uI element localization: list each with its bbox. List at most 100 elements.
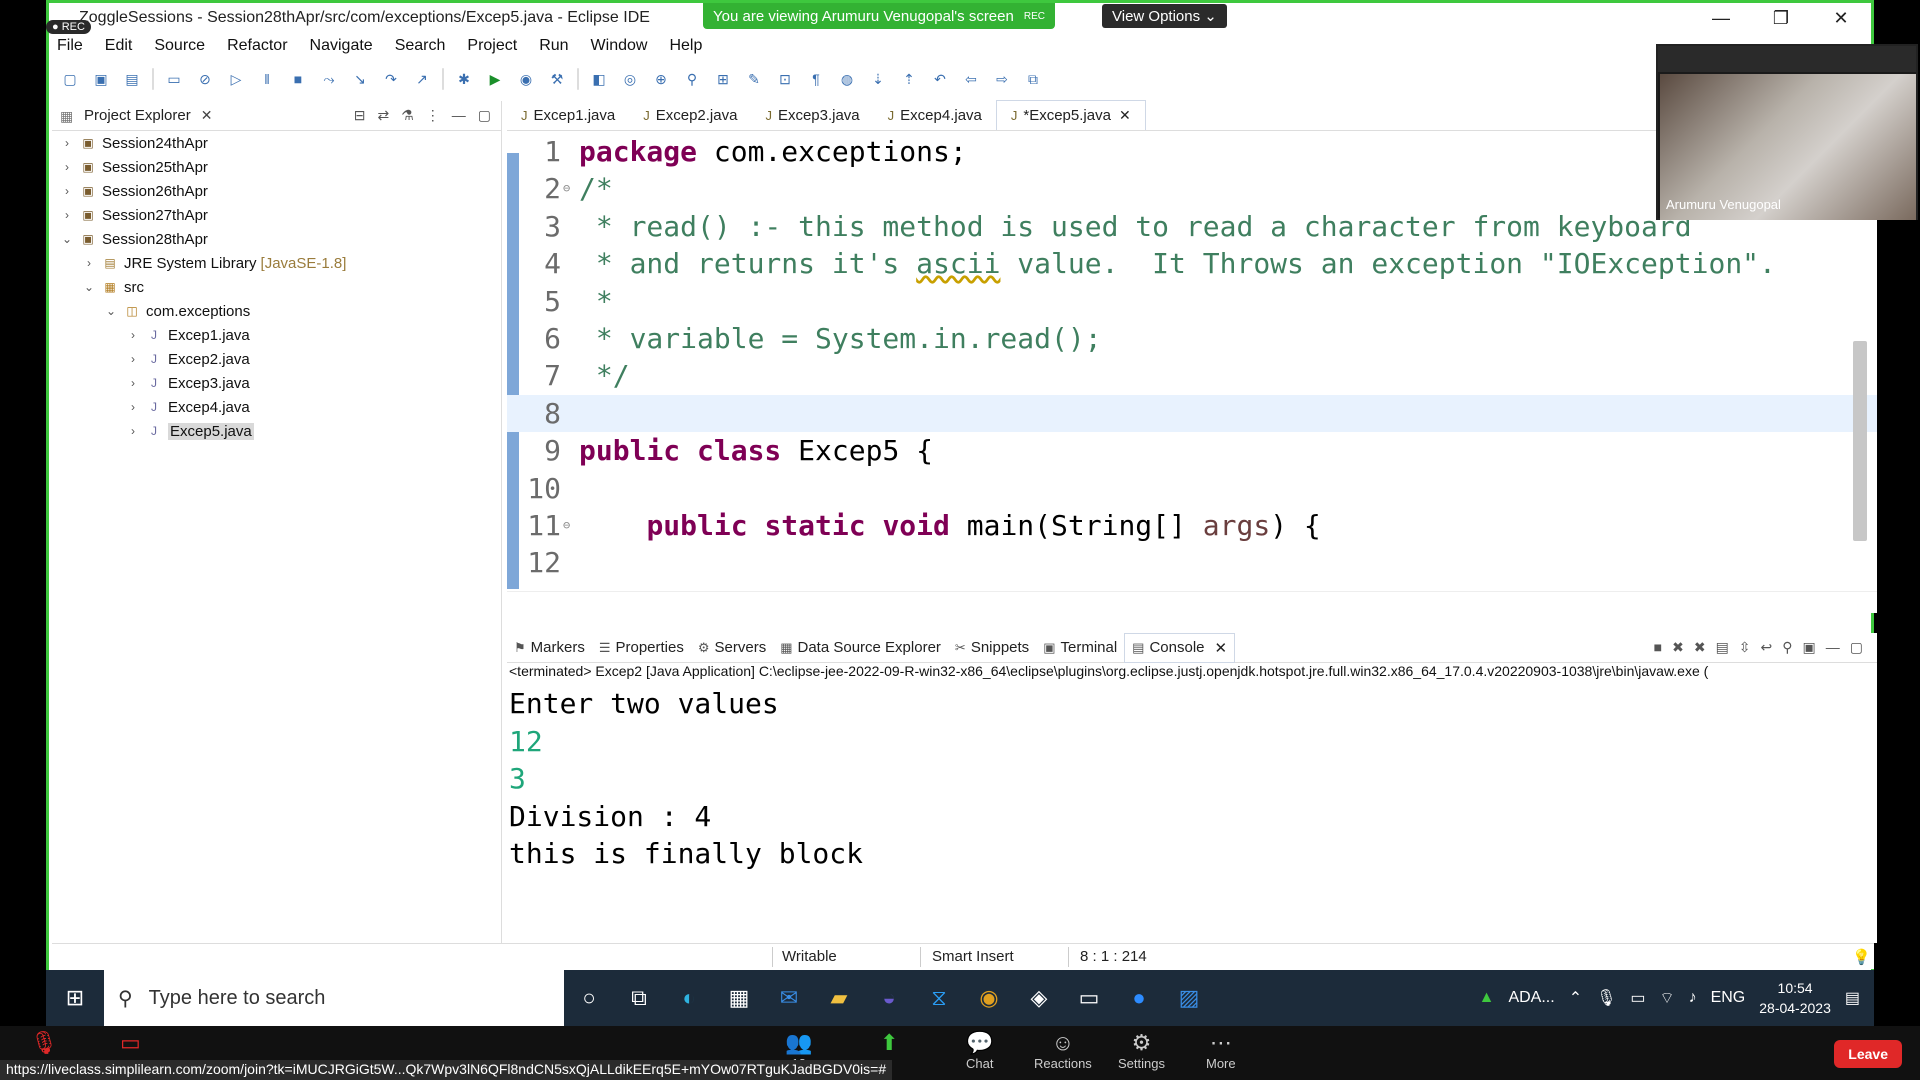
language-indicator[interactable]: ENG <box>1711 989 1746 1007</box>
previous-annotation-icon[interactable]: ⇡ <box>898 68 920 90</box>
step-return-icon[interactable]: ↗ <box>411 68 433 90</box>
tree-item[interactable]: › ▣ Session24thApr <box>52 131 501 155</box>
menu-file[interactable]: File <box>57 37 83 55</box>
debug-icon[interactable]: ✱ <box>453 68 475 90</box>
minimize-button[interactable]: — <box>1691 3 1751 33</box>
menu-edit[interactable]: Edit <box>105 37 133 55</box>
menu-project[interactable]: Project <box>467 37 517 55</box>
photos-icon[interactable]: ▨ <box>1164 970 1214 1026</box>
task-view-icon[interactable]: ⧉ <box>614 970 664 1026</box>
tree-item[interactable]: ⌄ ▦ src <box>52 275 501 299</box>
coverage-icon[interactable]: ◉ <box>515 68 537 90</box>
zoom-app-icon[interactable]: ● <box>1114 970 1164 1026</box>
view-tab-console[interactable]: ▤ Console ✕ <box>1124 632 1236 663</box>
editor-tab[interactable]: J Excep2.java <box>629 100 751 130</box>
tree-item[interactable]: › J Excep4.java <box>52 395 501 419</box>
clock[interactable]: 10:54 28-04-2023 <box>1759 978 1831 1018</box>
view-tab-terminal[interactable]: ▣ Terminal <box>1036 639 1124 656</box>
eclipse-icon[interactable]: ◒ <box>864 970 914 1026</box>
chevron-down-icon[interactable]: ⌄ <box>82 280 96 294</box>
stock-icon[interactable]: ▲ <box>1479 989 1495 1007</box>
share-screen-button[interactable]: ⬆ <box>880 1030 898 1056</box>
collapse-all-icon[interactable]: ⊟ <box>354 107 366 124</box>
wifi-icon[interactable]: ⌔ <box>1660 988 1675 1008</box>
chevron-right-icon[interactable]: › <box>126 376 140 390</box>
editor-tab[interactable]: J *Excep5.java ✕ <box>995 100 1146 130</box>
menu-search[interactable]: Search <box>395 37 446 55</box>
close-icon[interactable]: ✕ <box>201 107 213 124</box>
save-all-icon[interactable]: ▤ <box>121 68 143 90</box>
notifications-icon[interactable]: ▤ <box>1845 988 1860 1008</box>
notepad-icon[interactable]: ▭ <box>1064 970 1114 1026</box>
mail-icon[interactable]: ✉ <box>764 970 814 1026</box>
pin-console-icon[interactable]: ⚲ <box>1782 639 1792 656</box>
webcam-thumbnail[interactable]: Arumuru Venugopal <box>1656 44 1918 220</box>
view-options-button[interactable]: View Options ⌄ <box>1102 4 1227 28</box>
open-console-icon[interactable]: ▣ <box>1803 639 1816 656</box>
chevron-up-icon[interactable]: ⌃ <box>1569 988 1582 1008</box>
block-selection-icon[interactable]: ⊡ <box>774 68 796 90</box>
editor-tab[interactable]: J Excep1.java <box>507 100 629 130</box>
resume-icon[interactable]: ▷ <box>225 68 247 90</box>
editor-tab[interactable]: J Excep4.java <box>874 100 996 130</box>
mark-occurrences-icon[interactable]: ✎ <box>743 68 765 90</box>
open-perspective-icon[interactable]: ⧉ <box>1022 68 1044 90</box>
toggle-breadcrumb-icon[interactable]: ⊞ <box>712 68 734 90</box>
fold-icon[interactable]: ⊖ <box>563 507 570 544</box>
tree-item[interactable]: › J Excep5.java <box>52 419 501 443</box>
chevron-down-icon[interactable]: ⌄ <box>104 304 118 318</box>
video-off-icon[interactable]: ▭ <box>120 1030 141 1056</box>
tree-item[interactable]: › ▣ Session27thApr <box>52 203 501 227</box>
scroll-lock-icon[interactable]: ⇳ <box>1739 639 1751 656</box>
menu-navigate[interactable]: Navigate <box>310 37 373 55</box>
editor-horizontal-scrollbar[interactable] <box>507 591 1877 613</box>
view-tab-data-source-explorer[interactable]: ▦ Data Source Explorer <box>773 639 948 656</box>
eclipse-ide-running-icon[interactable]: ◈ <box>1014 970 1064 1026</box>
open-type-icon[interactable]: ⊕ <box>650 68 672 90</box>
menu-refactor[interactable]: Refactor <box>227 37 287 55</box>
edge-icon[interactable]: ◐ <box>664 970 714 1026</box>
word-wrap-icon[interactable]: ↩ <box>1761 639 1773 656</box>
external-tools-icon[interactable]: ⚒ <box>546 68 568 90</box>
view-tab-servers[interactable]: ⚙ Servers <box>691 639 773 656</box>
run-icon[interactable]: ▶ <box>484 68 506 90</box>
new-class-icon[interactable]: ◎ <box>619 68 641 90</box>
menu-window[interactable]: Window <box>591 37 648 55</box>
suspend-icon[interactable]: ‖ <box>256 68 278 90</box>
leave-button[interactable]: Leave <box>1834 1040 1902 1068</box>
project-explorer-tab[interactable]: ▦ Project Explorer ✕ ⊟ ⇄ ⚗ ⋮ — ▢ <box>52 101 501 131</box>
reactions-button[interactable]: ☺ Reactions <box>1034 1030 1092 1071</box>
chevron-right-icon[interactable]: › <box>126 352 140 366</box>
chevron-right-icon[interactable]: › <box>60 160 74 174</box>
minimize-icon[interactable]: — <box>1826 639 1840 656</box>
chevron-right-icon[interactable]: › <box>60 208 74 222</box>
tree-item[interactable]: › ▤ JRE System Library [JavaSE-1.8] <box>52 251 501 275</box>
terminate-icon[interactable]: ■ <box>1654 639 1662 656</box>
tree-item[interactable]: ⌄ ◫ com.exceptions <box>52 299 501 323</box>
tree-item[interactable]: › J Excep3.java <box>52 371 501 395</box>
chrome-icon[interactable]: ◉ <box>964 970 1014 1026</box>
console-output[interactable]: Enter two values 12 3 Division : 4 this is f… <box>507 685 1877 873</box>
settings-button[interactable]: ⚙ Settings <box>1118 1030 1165 1071</box>
file-explorer-icon[interactable]: ▰ <box>814 970 864 1026</box>
battery-icon[interactable]: ▭ <box>1630 988 1645 1008</box>
chevron-right-icon[interactable]: › <box>126 424 140 438</box>
forward-icon[interactable]: ⇨ <box>991 68 1013 90</box>
chat-button[interactable]: 💬 Chat <box>966 1030 993 1071</box>
remove-all-launches-icon[interactable]: ✖ <box>1694 639 1706 656</box>
save-icon[interactable]: ▣ <box>90 68 112 90</box>
taskbar-search-box[interactable]: ⚲ Type here to search <box>104 970 564 1026</box>
chevron-right-icon[interactable]: › <box>126 400 140 414</box>
fold-icon[interactable]: ⊖ <box>563 170 570 207</box>
mute-icon[interactable]: 🎙 <box>30 1030 58 1056</box>
lightbulb-icon[interactable]: 💡 <box>1852 948 1871 966</box>
globe-icon[interactable]: ◍ <box>836 68 858 90</box>
back-icon[interactable]: ⇦ <box>960 68 982 90</box>
menu-help[interactable]: Help <box>669 37 702 55</box>
tree-item[interactable]: › ▣ Session26thApr <box>52 179 501 203</box>
new-icon[interactable]: ▢ <box>59 68 81 90</box>
chevron-right-icon[interactable]: › <box>82 256 96 270</box>
tree-item[interactable]: › J Excep2.java <box>52 347 501 371</box>
menu-source[interactable]: Source <box>154 37 205 55</box>
chevron-right-icon[interactable]: › <box>60 184 74 198</box>
